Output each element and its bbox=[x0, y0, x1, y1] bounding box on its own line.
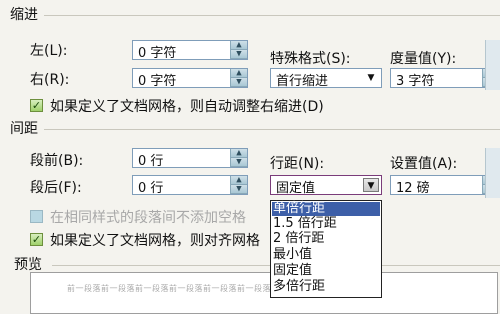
setting-value-label: 设置值(A): bbox=[390, 156, 458, 172]
dropdown-option[interactable]: 最小值 bbox=[273, 248, 312, 262]
indent-grid-checkbox[interactable]: ✓ bbox=[30, 99, 43, 112]
spin-down-icon[interactable]: ▼ bbox=[230, 185, 247, 194]
space-before-label: 段前(B): bbox=[30, 153, 84, 169]
dropdown-option[interactable]: 单倍行距 bbox=[272, 202, 380, 216]
special-format-select[interactable]: 首行缩进 ▼ bbox=[270, 68, 382, 89]
space-after-label: 段后(F): bbox=[30, 180, 82, 196]
spin-down-icon[interactable]: ▼ bbox=[230, 50, 247, 59]
setting-value-spinner[interactable]: 12 磅 ▲ ▼ bbox=[390, 175, 500, 196]
special-format-label: 特殊格式(S): bbox=[270, 51, 351, 67]
chevron-down-icon[interactable]: ▼ bbox=[363, 71, 379, 85]
left-indent-spinner[interactable]: 0 字符 ▲ ▼ bbox=[132, 40, 248, 61]
spin-down-icon[interactable]: ▼ bbox=[230, 158, 247, 167]
spacing-section-title: 间距 bbox=[10, 121, 38, 137]
indent-divider bbox=[44, 15, 500, 16]
scrollbar[interactable] bbox=[485, 40, 500, 90]
dropdown-option[interactable]: 多倍行距 bbox=[273, 280, 325, 294]
line-spacing-label: 行距(N): bbox=[270, 156, 325, 172]
scrollbar[interactable] bbox=[485, 148, 500, 198]
right-indent-label: 右(R): bbox=[30, 72, 70, 88]
left-indent-value: 0 字符 bbox=[138, 46, 177, 61]
space-before-value: 0 行 bbox=[138, 154, 164, 169]
spacing-grid-checkbox-label[interactable]: 如果定义了文档网格，则对齐网格 bbox=[50, 230, 260, 250]
space-after-spinner[interactable]: 0 行 ▲ ▼ bbox=[132, 175, 248, 196]
right-indent-value: 0 字符 bbox=[138, 74, 177, 89]
same-style-checkbox-label[interactable]: 在相同样式的段落间不添加空格 bbox=[50, 207, 246, 227]
preview-section-title: 预览 bbox=[14, 257, 42, 273]
spacing-grid-checkbox[interactable]: ✓ bbox=[30, 233, 43, 246]
dropdown-option[interactable]: 固定值 bbox=[273, 264, 312, 278]
left-indent-label: 左(L): bbox=[30, 43, 68, 59]
spacing-divider bbox=[44, 129, 500, 130]
spin-down-icon[interactable]: ▼ bbox=[230, 78, 247, 87]
indent-section-title: 缩进 bbox=[10, 7, 38, 23]
line-spacing-value: 固定值 bbox=[276, 181, 316, 196]
preview-pane: 前一段落前一段落前一段落前一段落前一段落前一段落前一段落前一段落前一段落 bbox=[30, 272, 498, 314]
indent-grid-checkbox-label[interactable]: 如果定义了文档网格，则自动调整右缩进(D) bbox=[50, 96, 324, 116]
line-spacing-dropdown[interactable]: 单倍行距 1.5 倍行距 2 倍行距 最小值 固定值 多倍行距 bbox=[270, 200, 382, 298]
special-format-value: 首行缩进 bbox=[276, 74, 329, 89]
line-spacing-select[interactable]: 固定值 ▼ bbox=[270, 175, 382, 196]
same-style-checkbox[interactable] bbox=[30, 210, 43, 223]
space-after-value: 0 行 bbox=[138, 181, 164, 196]
right-indent-spinner[interactable]: 0 字符 ▲ ▼ bbox=[132, 68, 248, 89]
indent-amount-spinner[interactable]: 3 字符 ▲ ▼ bbox=[390, 68, 500, 89]
setting-value-value: 12 磅 bbox=[396, 181, 430, 196]
indent-amount-label: 度量值(Y): bbox=[390, 51, 457, 67]
space-before-spinner[interactable]: 0 行 ▲ ▼ bbox=[132, 148, 248, 169]
dropdown-option[interactable]: 2 倍行距 bbox=[273, 232, 324, 246]
chevron-down-icon[interactable]: ▼ bbox=[363, 178, 379, 192]
indent-amount-value: 3 字符 bbox=[396, 74, 435, 89]
dropdown-option[interactable]: 1.5 倍行距 bbox=[273, 217, 337, 231]
